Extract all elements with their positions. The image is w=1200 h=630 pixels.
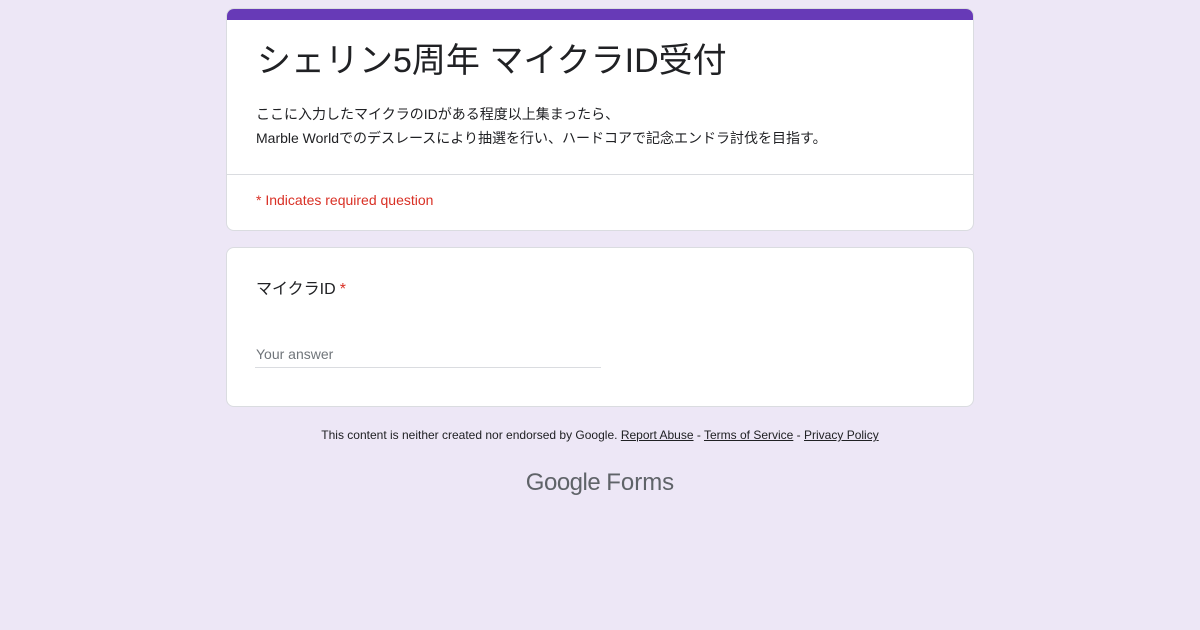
forms-wordmark: Forms bbox=[606, 469, 675, 496]
accent-bar bbox=[227, 9, 973, 20]
question-label: マイクラID * bbox=[256, 279, 346, 301]
privacy-policy-link[interactable]: Privacy Policy bbox=[804, 428, 879, 442]
question-card: マイクラID * bbox=[226, 247, 974, 407]
form-header-card: シェリン5周年 マイクラID受付 ここに入力したマイクラのIDがある程度以上集ま… bbox=[226, 8, 974, 231]
terms-of-service-link[interactable]: Terms of Service bbox=[704, 428, 793, 442]
google-wordmark: Google bbox=[525, 469, 601, 496]
description-line-1: ここに入力したマイクラのIDがある程度以上集まったら、 bbox=[256, 106, 620, 122]
question-label-text: マイクラID bbox=[256, 281, 336, 298]
google-forms-logo[interactable]: Google Forms bbox=[0, 466, 1200, 500]
required-asterisk: * bbox=[339, 281, 346, 298]
separator: - bbox=[793, 428, 805, 442]
description-line-2: Marble Worldでのデスレースにより抽選を行い、ハードコアで記念エンドラ… bbox=[256, 130, 827, 146]
separator: - bbox=[693, 428, 704, 442]
form-title: シェリン5周年 マイクラID受付 bbox=[257, 42, 727, 80]
required-note: * Indicates required question bbox=[256, 192, 434, 208]
header-divider bbox=[227, 174, 973, 175]
footer-disclaimer: This content is neither created nor endo… bbox=[0, 426, 1200, 444]
report-abuse-link[interactable]: Report Abuse bbox=[621, 428, 694, 442]
form-description: ここに入力したマイクラのIDがある程度以上集まったら、 Marble World… bbox=[256, 102, 827, 150]
answer-input[interactable] bbox=[255, 340, 601, 368]
disclaimer-text: This content is neither created nor endo… bbox=[321, 428, 618, 442]
